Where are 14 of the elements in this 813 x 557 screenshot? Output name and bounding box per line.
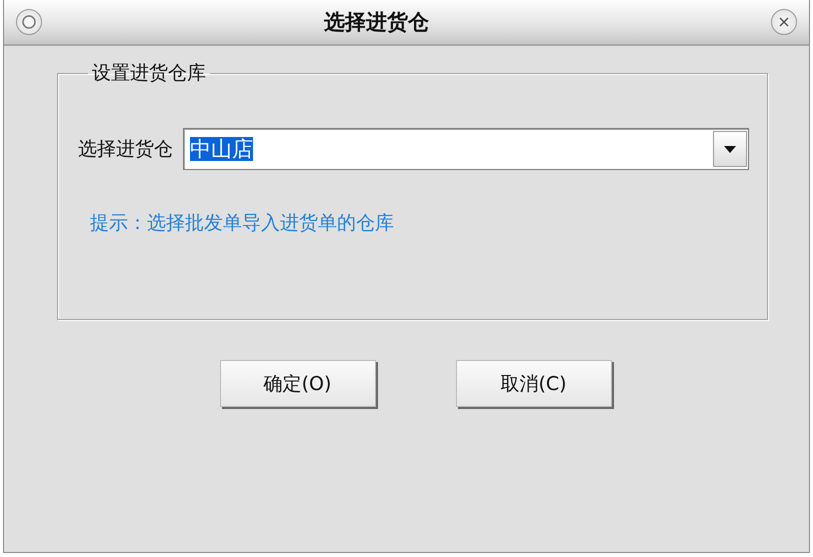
caret-icon <box>724 146 736 152</box>
window-menu-button[interactable] <box>16 9 42 35</box>
warehouse-dropdown[interactable]: 中山店 <box>183 128 749 170</box>
ok-button[interactable]: 确定(O) <box>220 360 376 407</box>
ring-icon <box>21 14 37 30</box>
field-label: 选择进货仓 <box>78 137 173 162</box>
close-icon <box>777 15 791 29</box>
window-title: 选择进货仓 <box>323 9 430 36</box>
group-title: 设置进货仓库 <box>91 61 207 86</box>
selected-value: 中山店 <box>190 137 253 161</box>
close-button[interactable] <box>771 9 797 35</box>
cancel-button[interactable]: 取消(C) <box>456 360 612 407</box>
dropdown-arrow-button[interactable] <box>713 131 747 167</box>
hint-text: 提示：选择批发单导入进货单的仓库 <box>89 211 395 236</box>
